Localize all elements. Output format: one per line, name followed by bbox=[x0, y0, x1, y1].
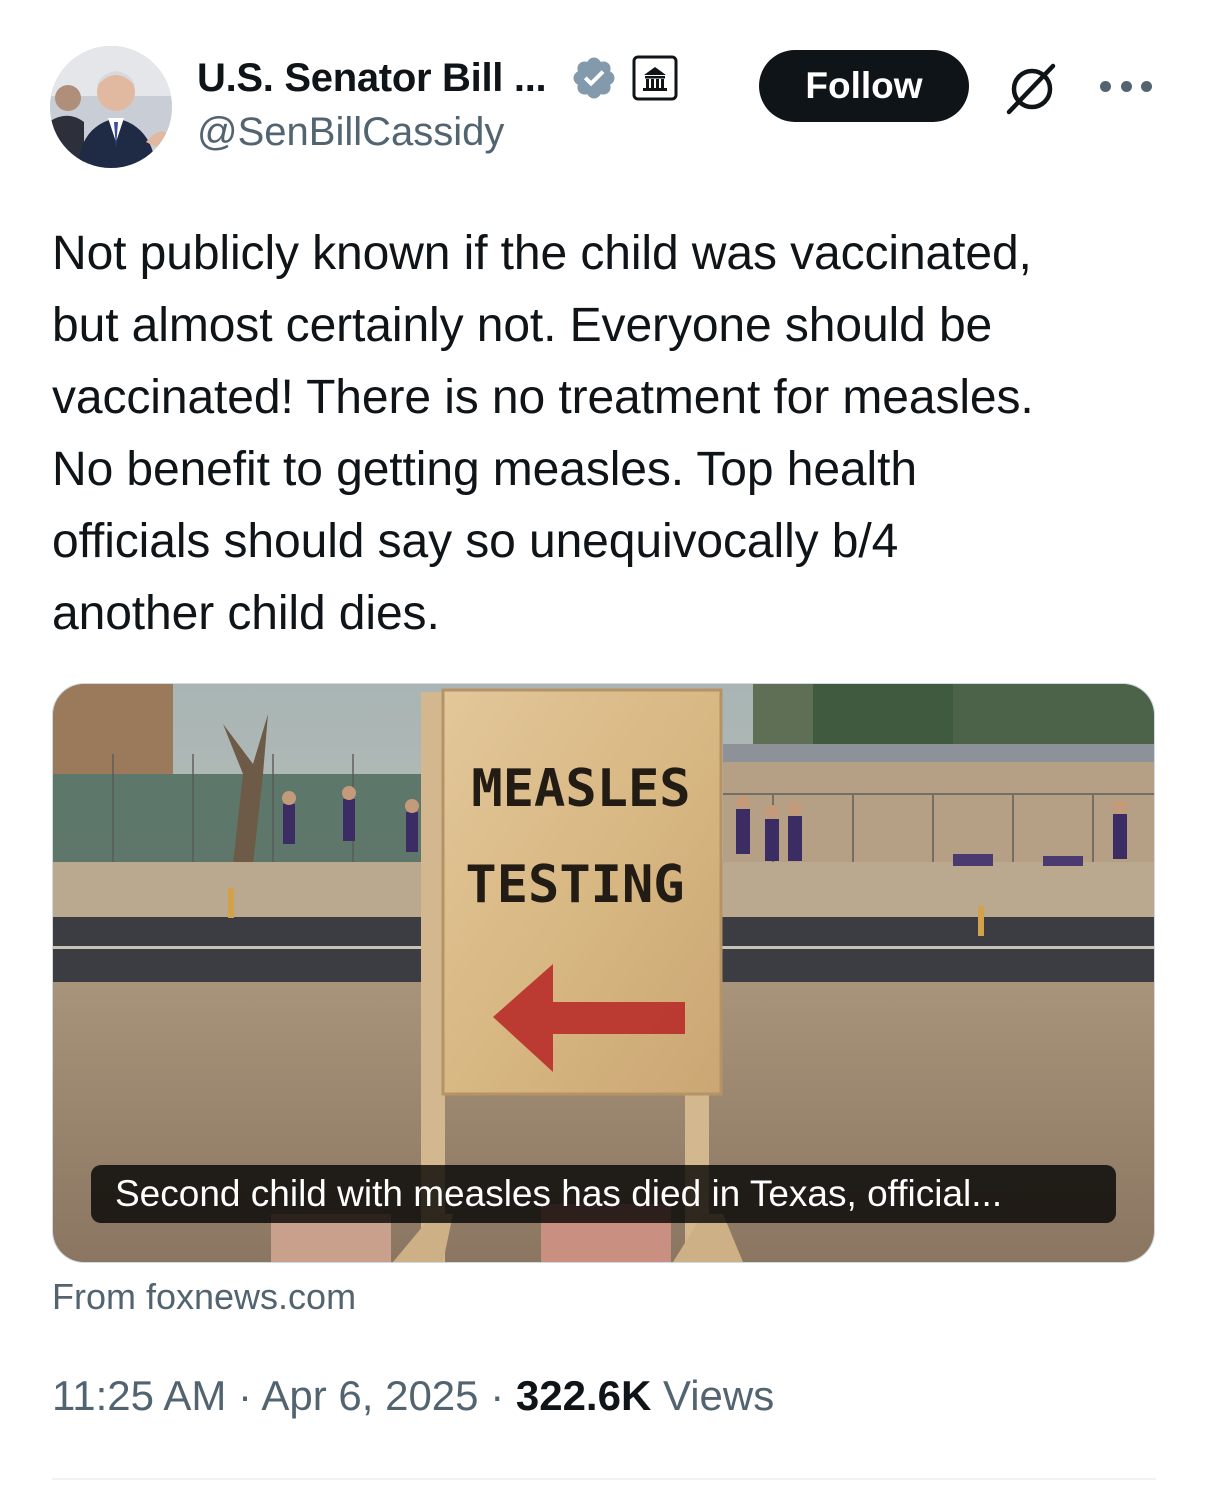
follow-button[interactable]: Follow bbox=[759, 50, 969, 122]
verified-badge-icon[interactable] bbox=[570, 54, 618, 102]
government-building-icon bbox=[632, 55, 678, 101]
separator-dot: · bbox=[490, 1372, 516, 1419]
tweet-time[interactable]: 11:25 AM bbox=[52, 1372, 226, 1419]
tweet-text-line: but almost certainly not. Everyone shoul… bbox=[52, 299, 993, 352]
tweet-text: Not publicly known if the child was vacc… bbox=[52, 218, 1162, 650]
author-handle[interactable]: @SenBillCassidy bbox=[197, 110, 504, 155]
sign-text-line2: TESTING bbox=[465, 855, 684, 915]
views-count: 322.6K bbox=[515, 1372, 652, 1419]
separator-dot: · bbox=[238, 1372, 262, 1419]
tweet-text-line: Not publicly known if the child was vacc… bbox=[52, 227, 1032, 280]
tweet-text-line: officials should say so unequivocally b/… bbox=[52, 515, 899, 568]
tweet-meta-row: 11:25 AM · Apr 6, 2025 · 322.6K Views bbox=[52, 1372, 774, 1420]
link-card-caption: Second child with measles has died in Te… bbox=[91, 1165, 1116, 1223]
tweet-text-line: vaccinated! There is no treatment for me… bbox=[52, 371, 1034, 424]
avatar-photo bbox=[50, 46, 172, 168]
link-preview-card[interactable]: MEASLES TESTING Second child with measle… bbox=[52, 683, 1155, 1263]
grok-icon[interactable] bbox=[1003, 58, 1061, 116]
tweet-text-line: another child dies. bbox=[52, 587, 440, 640]
more-options-icon[interactable] bbox=[1100, 76, 1152, 96]
views-label: Views bbox=[662, 1372, 775, 1419]
tweet-date[interactable]: Apr 6, 2025 bbox=[261, 1372, 478, 1419]
link-source[interactable]: From foxnews.com bbox=[52, 1276, 356, 1318]
author-display-name[interactable]: U.S. Senator Bill ... bbox=[197, 56, 547, 101]
avatar[interactable] bbox=[50, 46, 172, 168]
divider bbox=[52, 1478, 1156, 1480]
sign-text-line1: MEASLES bbox=[471, 759, 690, 819]
tweet-text-line: No benefit to getting measles. Top healt… bbox=[52, 443, 917, 496]
